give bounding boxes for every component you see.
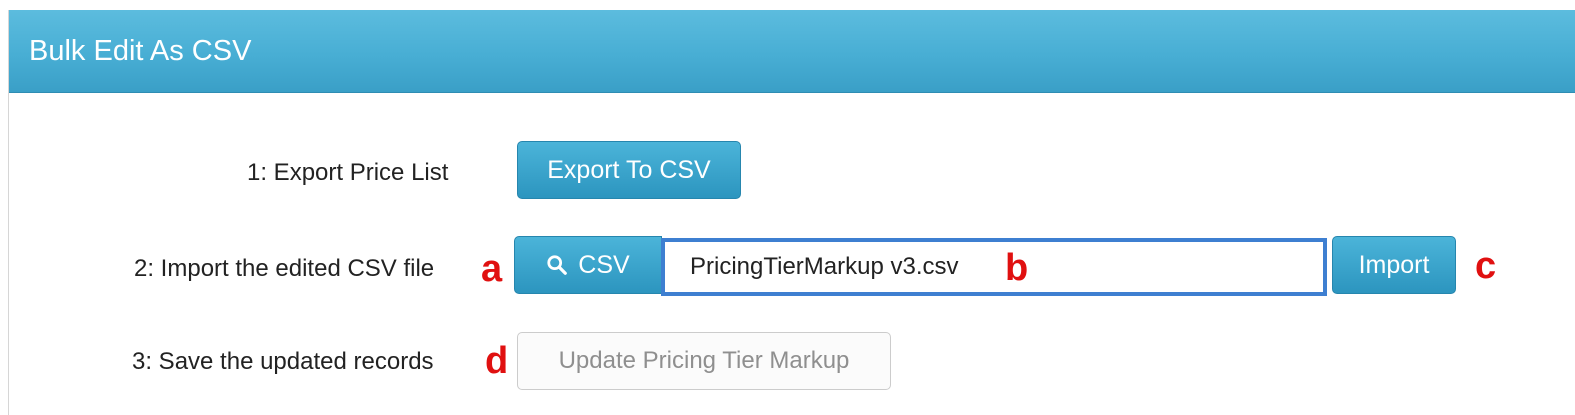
- import-button[interactable]: Import: [1332, 236, 1456, 294]
- annotation-d: d: [485, 340, 509, 382]
- annotation-a: a: [481, 248, 503, 290]
- bulk-edit-panel: Bulk Edit As CSV 1: Export Price List Ex…: [8, 10, 1575, 415]
- csv-file-name: PricingTierMarkup v3.csv: [690, 253, 959, 280]
- export-to-csv-button[interactable]: Export To CSV: [517, 141, 741, 199]
- export-to-csv-button-label: Export To CSV: [547, 155, 711, 184]
- update-pricing-tier-markup-label: Update Pricing Tier Markup: [558, 347, 850, 374]
- csv-browse-button[interactable]: CSV: [514, 236, 662, 294]
- annotation-b: b: [1005, 247, 1029, 289]
- panel-title: Bulk Edit As CSV: [29, 35, 252, 67]
- csv-browse-label: CSV: [578, 250, 630, 279]
- save-step-label: 3: Save the updated records: [132, 348, 434, 375]
- panel-header: Bulk Edit As CSV: [9, 10, 1575, 93]
- search-icon: [547, 255, 568, 275]
- csv-file-field[interactable]: PricingTierMarkup v3.csv: [661, 238, 1327, 296]
- update-pricing-tier-markup-button[interactable]: Update Pricing Tier Markup: [517, 332, 891, 390]
- export-step-label: 1: Export Price List: [247, 159, 449, 186]
- import-button-label: Import: [1358, 250, 1430, 279]
- annotation-c: c: [1475, 245, 1497, 287]
- import-step-label: 2: Import the edited CSV file: [134, 255, 435, 282]
